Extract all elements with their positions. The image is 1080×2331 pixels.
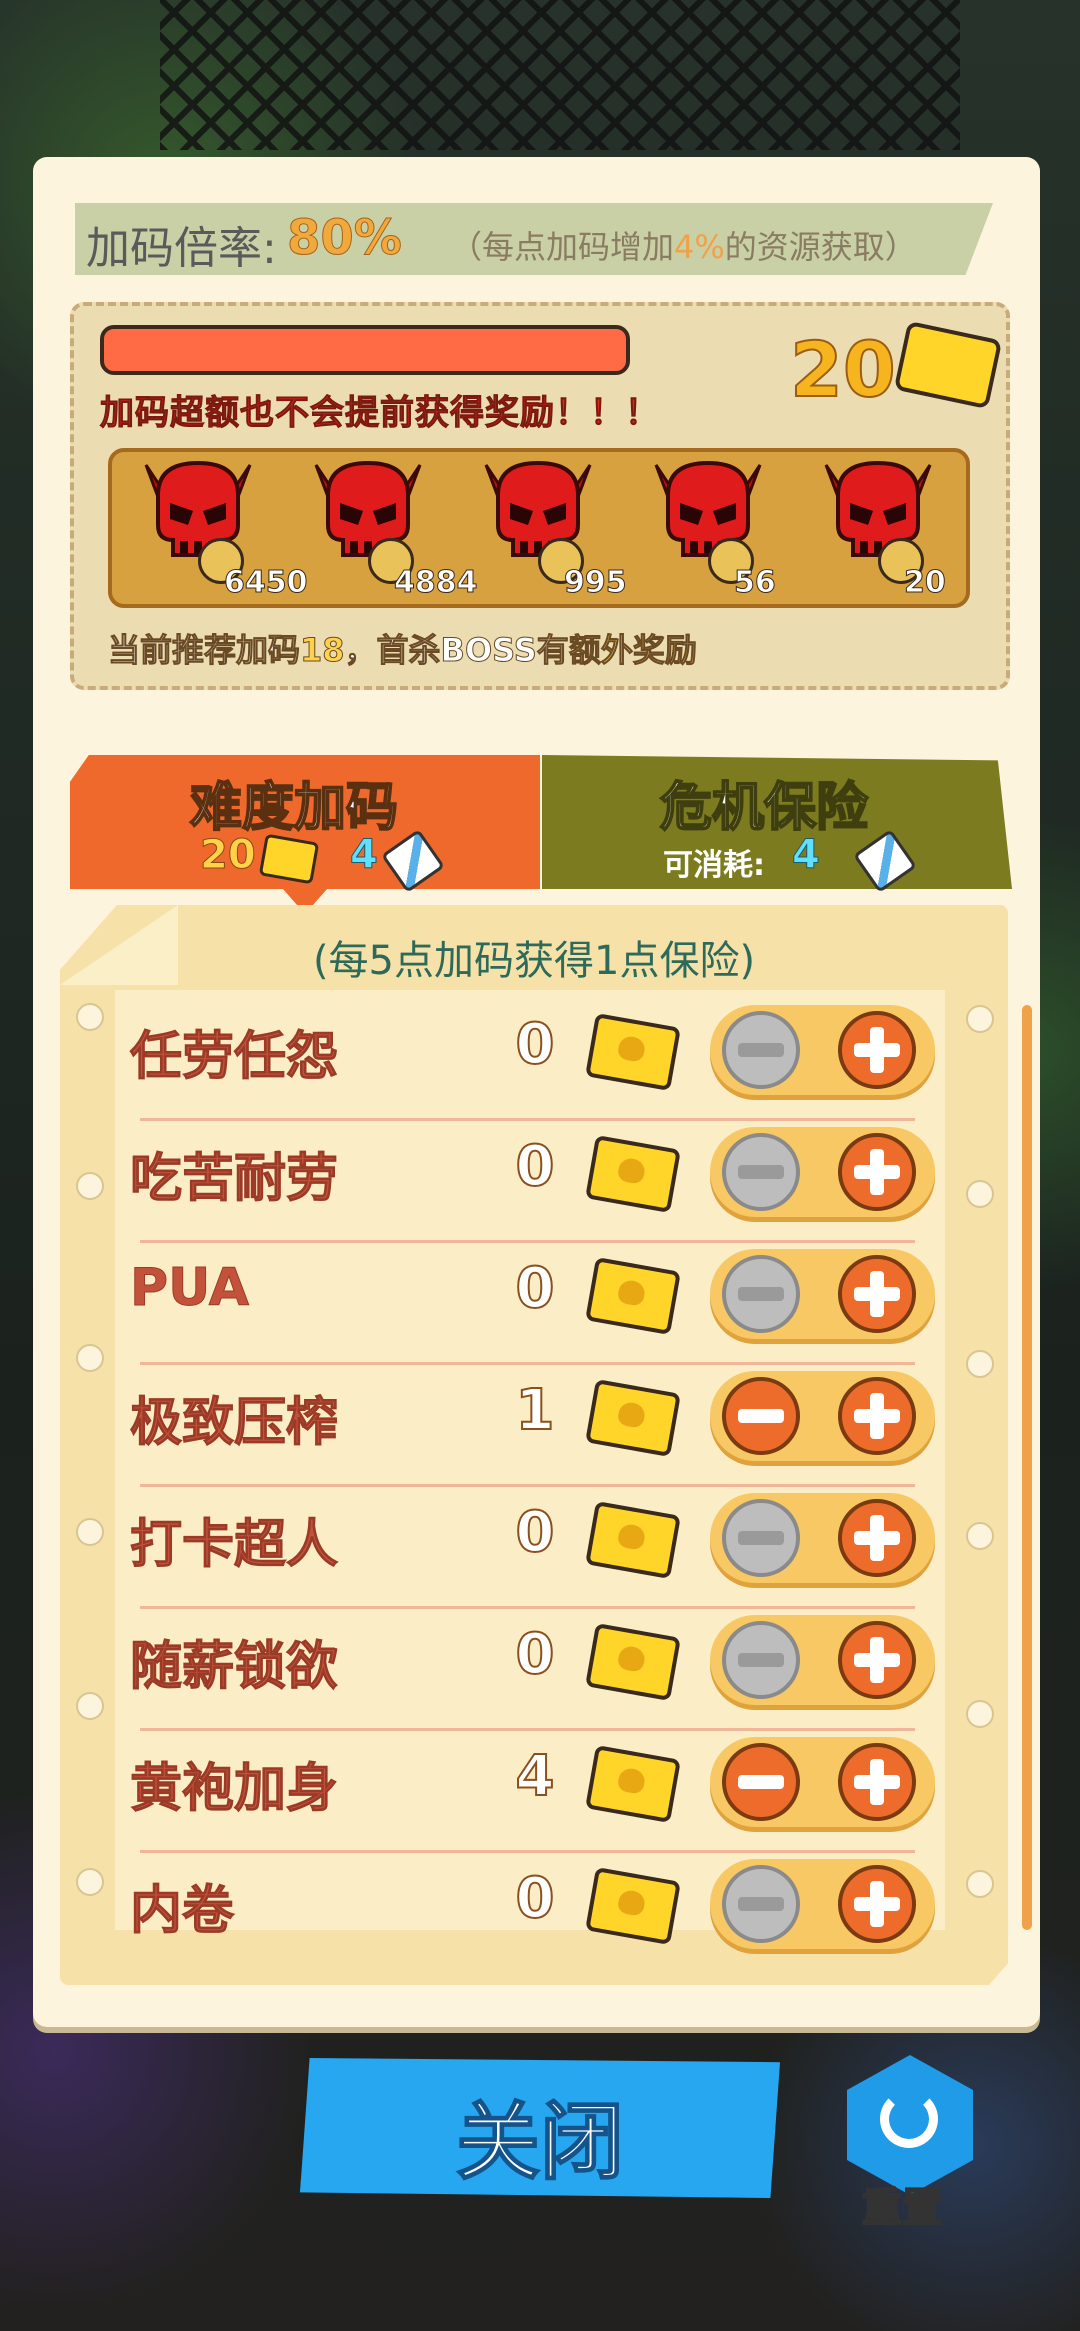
reset-button-label: 重置 (861, 2184, 943, 2232)
plus-icon-vertical (870, 1393, 884, 1439)
decrease-button[interactable] (722, 1865, 800, 1943)
binder-hole (966, 1180, 994, 1208)
recommendation-text: 当前推荐加码18，首杀BOSS有额外奖励 (107, 625, 697, 671)
boss-reward-count: 6450 (224, 565, 308, 601)
modifier-value: 0 (515, 1621, 556, 1688)
boss-reward-count: 56 (734, 565, 777, 601)
modifier-value: 1 (515, 1377, 556, 1444)
row-divider (140, 1118, 915, 1121)
rate-label: 加码倍率: (86, 223, 277, 274)
binder-hole (966, 1870, 994, 1898)
reward-progress-bar (100, 325, 630, 375)
plus-icon-vertical (870, 1881, 884, 1927)
decrease-button[interactable] (722, 1499, 800, 1577)
coupon-icon (258, 833, 320, 885)
rec-mid: ，首杀BOSS有 (344, 631, 569, 670)
binder-hole (76, 1868, 104, 1896)
modifier-label: 任劳任怨 (129, 1027, 339, 1088)
row-divider (140, 1240, 915, 1243)
row-divider (140, 1728, 915, 1731)
boss-reward-count: 20 (904, 565, 947, 601)
modifier-label: 极致压榨 (129, 1393, 339, 1454)
modifier-value: 0 (515, 1499, 556, 1566)
increase-button[interactable] (838, 1499, 916, 1577)
row-divider (140, 1606, 915, 1609)
background-fence (160, 0, 960, 150)
binder-hole (966, 1005, 994, 1033)
tab-difficulty-coupons: 20 (200, 832, 257, 879)
modifier-label: 黄袍加身 (129, 1759, 339, 1820)
rate-note: （每点加码增加4%的资源获取） (450, 222, 917, 268)
scrollbar[interactable] (1022, 1005, 1032, 1930)
binder-hole (966, 1700, 994, 1728)
increase-button[interactable] (838, 1255, 916, 1333)
row-divider (140, 1850, 915, 1853)
minus-icon (738, 1287, 784, 1301)
close-button-label: 关闭 (455, 2092, 625, 2192)
rec-value: 18 (300, 631, 346, 670)
decrease-button[interactable] (722, 1255, 800, 1333)
row-divider (140, 1362, 915, 1365)
plus-icon-vertical (870, 1759, 884, 1805)
reset-icon (880, 2090, 938, 2148)
plus-icon-vertical (870, 1637, 884, 1683)
rate-note-highlight: 4% (674, 228, 725, 266)
decrease-button[interactable] (722, 1743, 800, 1821)
coupon-count: 20 (789, 324, 897, 415)
increase-button[interactable] (838, 1011, 916, 1089)
minus-icon (738, 1165, 784, 1179)
binder-hole (966, 1350, 994, 1378)
modifier-label: 吃苦耐劳 (129, 1149, 339, 1210)
minus-icon (738, 1775, 784, 1789)
list-header: (每5点加码获得1点保险) (312, 938, 756, 984)
decrease-button[interactable] (722, 1011, 800, 1089)
binder-hole (966, 1522, 994, 1550)
modifier-label: 内卷 (129, 1881, 235, 1942)
minus-icon (738, 1653, 784, 1667)
rec-prefix: 当前推荐加码 (107, 631, 301, 670)
minus-icon (738, 1531, 784, 1545)
modifier-value: 0 (515, 1865, 556, 1932)
plus-icon-vertical (870, 1515, 884, 1561)
minus-icon (738, 1409, 784, 1423)
modifier-label: PUA (130, 1258, 250, 1319)
decrease-button[interactable] (722, 1621, 800, 1699)
rate-note-suffix: 的资源获取） (724, 228, 917, 266)
minus-icon (738, 1043, 784, 1057)
boss-reward-count: 995 (564, 565, 628, 601)
binder-hole (76, 1344, 104, 1372)
tab-difficulty-insurance: 4 (350, 832, 379, 879)
binder-hole (76, 1172, 104, 1200)
binder-hole (76, 1518, 104, 1546)
modifier-label: 随薪锁欲 (129, 1637, 339, 1698)
increase-button[interactable] (838, 1621, 916, 1699)
tab-difficulty-title: 难度加码 (189, 777, 399, 839)
rate-note-prefix: （每点加码增加 (450, 228, 675, 266)
modifier-label: 打卡超人 (129, 1515, 339, 1576)
binder-hole (76, 1692, 104, 1720)
increase-button[interactable] (838, 1743, 916, 1821)
modifier-value: 4 (515, 1743, 556, 1810)
rec-highlight: 额外奖励 (568, 631, 697, 670)
plus-icon-vertical (870, 1271, 884, 1317)
decrease-button[interactable] (722, 1377, 800, 1455)
tab-insurance-sub-label: 可消耗: (663, 848, 765, 883)
plus-icon-vertical (870, 1027, 884, 1073)
overflow-warning: 加码超额也不会提前获得奖励！！！ (100, 393, 660, 434)
modifier-value: 0 (515, 1133, 556, 1200)
increase-button[interactable] (838, 1377, 916, 1455)
tab-insurance-title: 危机保险 (659, 777, 869, 839)
row-divider (140, 1484, 915, 1487)
plus-icon-vertical (870, 1149, 884, 1195)
minus-icon (738, 1897, 784, 1911)
increase-button[interactable] (838, 1865, 916, 1943)
modifier-value: 0 (515, 1011, 556, 1078)
modifier-value: 0 (515, 1255, 556, 1322)
tab-insurance-count: 4 (792, 832, 821, 879)
decrease-button[interactable] (722, 1133, 800, 1211)
rate-value: 80% (287, 210, 403, 267)
increase-button[interactable] (838, 1133, 916, 1211)
binder-hole (76, 1003, 104, 1031)
boss-reward-count: 4884 (394, 565, 478, 601)
